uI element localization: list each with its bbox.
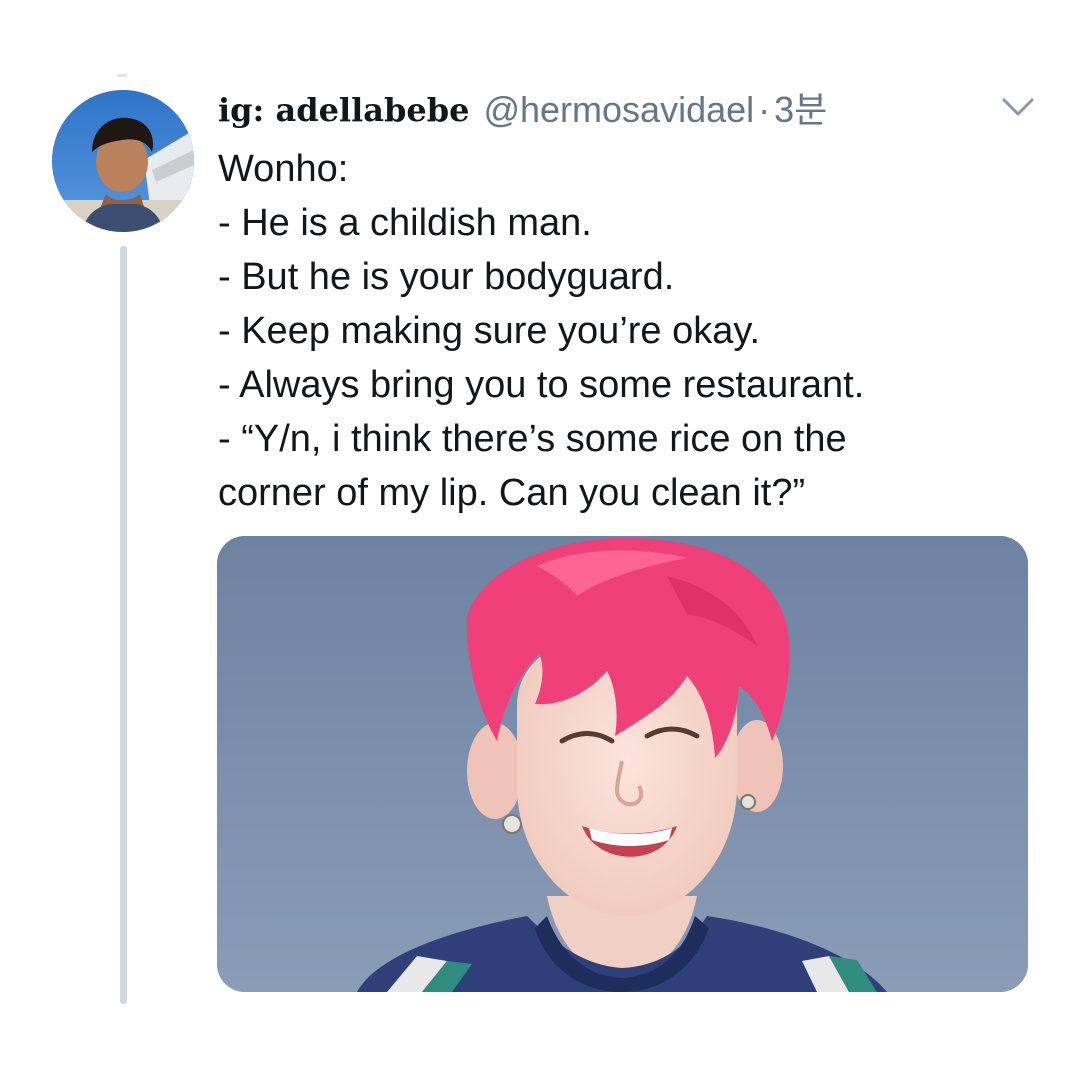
- avatar-photo: [52, 90, 194, 232]
- tweet-media-image[interactable]: [217, 536, 1028, 992]
- tweet-line: - Always bring you to some restaurant.: [218, 364, 865, 406]
- tweet-header: ig: adellabebe @hermosavidael · 3분: [218, 84, 827, 136]
- separator-dot: ·: [758, 89, 771, 130]
- media-photo: [217, 536, 1028, 992]
- tweet-line: - He is a childish man.: [218, 202, 592, 244]
- tweet-line: - But he is your bodyguard.: [218, 256, 675, 298]
- thread-connector-top: [117, 74, 127, 77]
- user-handle[interactable]: @hermosavidael: [483, 84, 754, 136]
- timestamp[interactable]: 3분: [774, 84, 827, 136]
- tweet-line: - “Y/n, i think there’s some rice on the: [218, 418, 847, 460]
- tweet-line: corner of my lip. Can you clean it?”: [218, 472, 806, 514]
- display-name[interactable]: ig: adellabebe: [218, 84, 469, 136]
- thread-line: [120, 246, 127, 1004]
- tweet-line: - Keep making sure you’re okay.: [218, 310, 761, 352]
- tweet-line: Wonho:: [218, 148, 349, 190]
- tweet-text: Wonho: - He is a childish man. - But he …: [218, 142, 1038, 520]
- avatar[interactable]: [52, 90, 194, 232]
- chevron-down-icon[interactable]: [1000, 92, 1036, 122]
